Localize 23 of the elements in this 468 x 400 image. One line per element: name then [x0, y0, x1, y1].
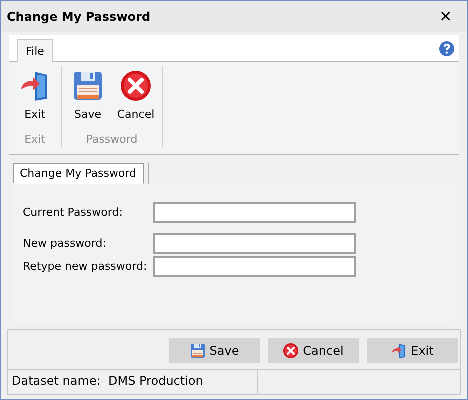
ribbon-button[interactable]: Exit	[13, 66, 57, 125]
group-label: Exit	[24, 133, 46, 146]
exit-door-icon	[391, 342, 408, 358]
cancel-icon	[283, 342, 300, 358]
field-label: Retype new password:	[23, 260, 148, 273]
close-button[interactable]: ×	[431, 6, 461, 26]
footer-button[interactable]: Save	[169, 338, 260, 363]
password-field[interactable]	[153, 256, 356, 277]
password-field[interactable]	[153, 233, 356, 254]
ribbon-button[interactable]: Cancel	[114, 66, 158, 125]
page-tab[interactable]: Change My Password	[13, 163, 144, 184]
password-field[interactable]	[153, 202, 356, 223]
footer-button[interactable]: Exit	[367, 338, 458, 363]
field-label: Current Password:	[23, 206, 124, 219]
field-label: New password:	[23, 237, 108, 250]
status-text: Dataset name: DMS Production	[8, 370, 258, 394]
ribbon-tab[interactable]: File	[17, 39, 54, 62]
cancel-icon	[120, 70, 152, 102]
footer-button[interactable]: Cancel	[268, 338, 359, 363]
group-label: Password	[86, 133, 138, 146]
ribbon-button[interactable]: Save	[66, 66, 110, 125]
window-title: Change My Password	[7, 10, 151, 24]
help-icon[interactable]	[439, 41, 455, 57]
